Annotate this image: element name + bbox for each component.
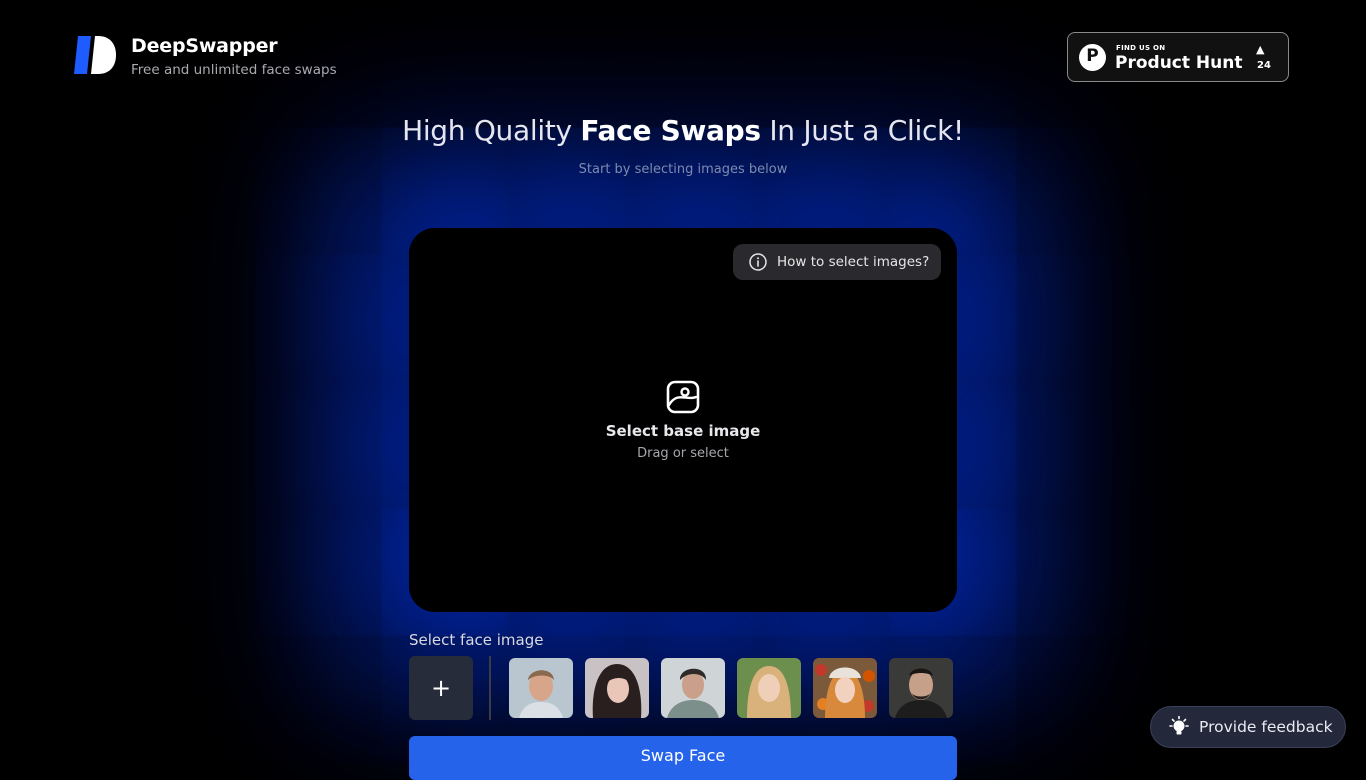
product-hunt-logo-icon: P bbox=[1079, 44, 1106, 71]
product-hunt-name: Product Hunt bbox=[1115, 53, 1243, 73]
product-hunt-badge[interactable]: P FIND US ON Product Hunt ▲ 24 bbox=[1067, 32, 1289, 82]
face-image-label: Select face image bbox=[409, 631, 544, 649]
lightbulb-icon bbox=[1169, 716, 1189, 735]
product-hunt-find-us: FIND US ON bbox=[1116, 44, 1166, 52]
how-to-select-images-label: How to select images? bbox=[777, 254, 930, 270]
provide-feedback-button[interactable]: Provide feedback bbox=[1150, 706, 1346, 748]
upvote-count: 24 bbox=[1257, 60, 1271, 71]
dropzone-title: Select base image bbox=[605, 422, 761, 440]
face-thumbnail-6[interactable] bbox=[889, 658, 953, 718]
page-headline: High Quality Face Swaps In Just a Click! bbox=[402, 114, 964, 147]
add-face-button[interactable]: + bbox=[409, 656, 473, 720]
provide-feedback-label: Provide feedback bbox=[1199, 718, 1333, 736]
swap-face-button[interactable]: Swap Face bbox=[409, 736, 957, 780]
brand-title[interactable]: DeepSwapper bbox=[131, 35, 278, 57]
face-divider bbox=[489, 656, 491, 720]
image-icon bbox=[666, 380, 700, 414]
face-thumbnail-1[interactable] bbox=[509, 658, 573, 718]
dropzone-subtitle: Drag or select bbox=[637, 446, 729, 461]
base-image-dropzone[interactable]: How to select images? Select base image … bbox=[409, 228, 957, 612]
face-thumbnail-3[interactable] bbox=[661, 658, 725, 718]
face-thumbnail-4[interactable] bbox=[737, 658, 801, 718]
upvote-arrow-icon: ▲ bbox=[1256, 43, 1265, 56]
page-subheadline: Start by selecting images below bbox=[578, 162, 788, 177]
deepswapper-logo-icon bbox=[74, 36, 116, 74]
how-to-select-images-button[interactable]: How to select images? bbox=[733, 244, 941, 280]
face-thumbnail-5[interactable] bbox=[813, 658, 877, 718]
brand-subtitle: Free and unlimited face swaps bbox=[131, 62, 337, 78]
info-icon bbox=[749, 253, 767, 271]
face-thumbnail-2[interactable] bbox=[585, 658, 649, 718]
